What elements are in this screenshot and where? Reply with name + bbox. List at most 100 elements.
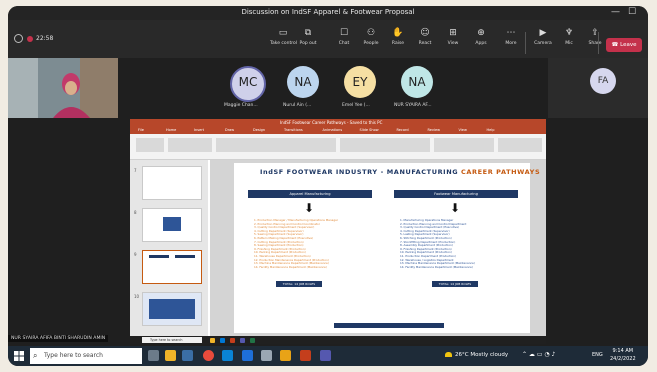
participant-avatar[interactable]: EY: [344, 66, 376, 98]
ribbon-tab-design[interactable]: Design: [253, 128, 265, 132]
side-participant-avatar[interactable]: FA: [590, 68, 616, 94]
raise-button[interactable]: ✋ Raise: [385, 28, 411, 56]
search-placeholder: Type here to search: [44, 352, 103, 359]
slide-thumbnail[interactable]: 10: [134, 292, 202, 326]
thumbnail-graphic: [149, 255, 169, 258]
ribbon-tab-help[interactable]: Help: [487, 128, 495, 132]
ribbon-tab-insert[interactable]: Insert: [194, 128, 204, 132]
elapsed-time: 22:58: [36, 35, 54, 42]
folder-icon[interactable]: [210, 337, 215, 343]
ribbon-tab-animations[interactable]: Animations: [323, 128, 343, 132]
teams-icon[interactable]: [240, 337, 245, 343]
powerpoint-icon[interactable]: [230, 337, 235, 343]
slide-footer: [334, 323, 444, 328]
task-view-icon[interactable]: [148, 350, 159, 361]
slide-thumbnail[interactable]: 8: [134, 208, 202, 242]
participant-name: Nurul Ain (...: [283, 103, 312, 108]
mic-button[interactable]: ♆ Mic: [556, 28, 582, 56]
job-role-item: 14. Facility Maintenance Department (Mai…: [254, 264, 327, 269]
camera-button[interactable]: ▶ Camera: [530, 28, 556, 56]
slide-thumbnail[interactable]: 7: [134, 166, 202, 200]
shared-screen[interactable]: IndSF Footwear Career Pathways - Saved t…: [130, 119, 546, 344]
slide-canvas: IndSF FOOTWEAR INDUSTRY - MANUFACTURING …: [210, 160, 546, 336]
weather-text: 26°C Mostly cloudy: [455, 352, 509, 358]
current-slide[interactable]: IndSF FOOTWEAR INDUSTRY - MANUFACTURING …: [234, 163, 540, 333]
pop-out-button[interactable]: ⧉ Pop out: [295, 28, 321, 56]
people-button[interactable]: ⚇ People: [358, 28, 384, 56]
react-button[interactable]: ☺ React: [412, 28, 438, 56]
maximize-button[interactable]: ☐: [628, 7, 636, 17]
participant-avatar[interactable]: MC: [230, 66, 266, 102]
take-control-button[interactable]: ▭ Take control: [270, 28, 297, 56]
clock-date: 24/2/2022: [610, 355, 636, 362]
weather-icon: [445, 352, 452, 357]
leave-button[interactable]: ☎ Leave: [606, 38, 642, 52]
excel-icon[interactable]: [250, 337, 255, 343]
more-button[interactable]: ⋯ More: [498, 28, 524, 56]
ribbon: [130, 134, 546, 160]
thumbnail-number: 9: [134, 252, 137, 257]
chat-icon: ☐: [339, 28, 349, 38]
taskbar-search[interactable]: ⌕ Type here to search: [30, 348, 142, 364]
windows-start-icon[interactable]: [14, 351, 24, 361]
clipboard-group[interactable]: [136, 138, 164, 152]
chat-button[interactable]: ☐ Chat: [331, 28, 357, 56]
ribbon-tab-review[interactable]: Review: [428, 128, 441, 132]
chrome-icon[interactable]: [203, 350, 214, 361]
share-button[interactable]: ⇪ Share: [582, 28, 608, 56]
leave-label: Leave: [620, 42, 637, 48]
edge-icon[interactable]: [222, 350, 233, 361]
toolbar-button-label: People: [363, 41, 379, 46]
ribbon-tab-file[interactable]: File: [138, 128, 144, 132]
powerpoint-title-bar: IndSF Footwear Career Pathways - Saved t…: [130, 119, 546, 127]
footwear-total-label: TOTAL: 14 JOB ROLES: [432, 281, 478, 287]
down-arrow-icon: ⬇: [450, 201, 461, 215]
job-role-item: 14. Facility Maintenance Department (Mai…: [400, 264, 473, 269]
teams-window: Discussion on IndSF Apparel & Footwear P…: [8, 6, 648, 366]
clock[interactable]: 9:14 AM 24/2/2022: [610, 348, 636, 363]
font-group[interactable]: [216, 138, 336, 152]
paragraph-group[interactable]: [340, 138, 430, 152]
toolbar-button-label: Apps: [475, 41, 487, 46]
apps-button[interactable]: ⊕ Apps: [468, 28, 494, 56]
pop-out-icon: ⧉: [304, 28, 312, 38]
apps-icon: ⊕: [477, 28, 485, 38]
word-icon[interactable]: [242, 350, 253, 361]
apparel-total-label: TOTAL: 14 JOB ROLES: [276, 281, 322, 287]
more-icon: ⋯: [506, 28, 516, 38]
self-video-tile[interactable]: [8, 58, 118, 118]
powerpoint-icon[interactable]: [300, 350, 311, 361]
store-icon[interactable]: [261, 350, 272, 361]
mail-icon[interactable]: [182, 350, 193, 361]
participant-avatar[interactable]: NA: [401, 66, 433, 98]
ribbon-tab-slide-show[interactable]: Slide Show: [360, 128, 379, 132]
participant-avatar[interactable]: NA: [287, 66, 319, 98]
ribbon-tab-record[interactable]: Record: [397, 128, 409, 132]
edge-icon[interactable]: [220, 337, 225, 343]
view-button[interactable]: ⊞ View: [440, 28, 466, 56]
slides-group[interactable]: [168, 138, 212, 152]
window-title: Discussion on IndSF Apparel & Footwear P…: [241, 8, 415, 16]
minimize-button[interactable]: —: [611, 7, 620, 17]
slide-title-text: IndSF FOOTWEAR INDUSTRY - MANUFACTURING: [260, 168, 462, 176]
remote-search-box[interactable]: Type here to search: [142, 337, 202, 343]
weather-widget[interactable]: 26°C Mostly cloudy: [445, 352, 508, 358]
people-icon: ⚇: [366, 28, 376, 38]
ribbon-tab-transitions[interactable]: Transitions: [284, 128, 303, 132]
ribbon-tab-draw[interactable]: Draw: [225, 128, 234, 132]
drawing-group[interactable]: [434, 138, 494, 152]
sticky-notes-icon[interactable]: [280, 350, 291, 361]
language-indicator[interactable]: ENG: [592, 352, 603, 358]
file-explorer-icon[interactable]: [165, 350, 176, 361]
toolbar-button-label: Pop out: [299, 41, 317, 46]
slide-thumbnail-selected[interactable]: 9: [134, 250, 202, 284]
teams-icon[interactable]: [320, 350, 331, 361]
ribbon-tab-view[interactable]: View: [459, 128, 467, 132]
system-tray[interactable]: ⌃ ☁ ▭ ◔ ♪: [522, 351, 555, 358]
apparel-job-list: 1. Production Manager / Manufacturing Op…: [254, 218, 338, 269]
slide-thumbnails: 7 8 9 10: [130, 160, 208, 336]
ribbon-tab-home[interactable]: Home: [166, 128, 176, 132]
toolbar-button-label: Share: [588, 41, 602, 46]
slide-title-accent: CAREER PATHWAYS: [461, 168, 541, 176]
editing-group[interactable]: [498, 138, 542, 152]
